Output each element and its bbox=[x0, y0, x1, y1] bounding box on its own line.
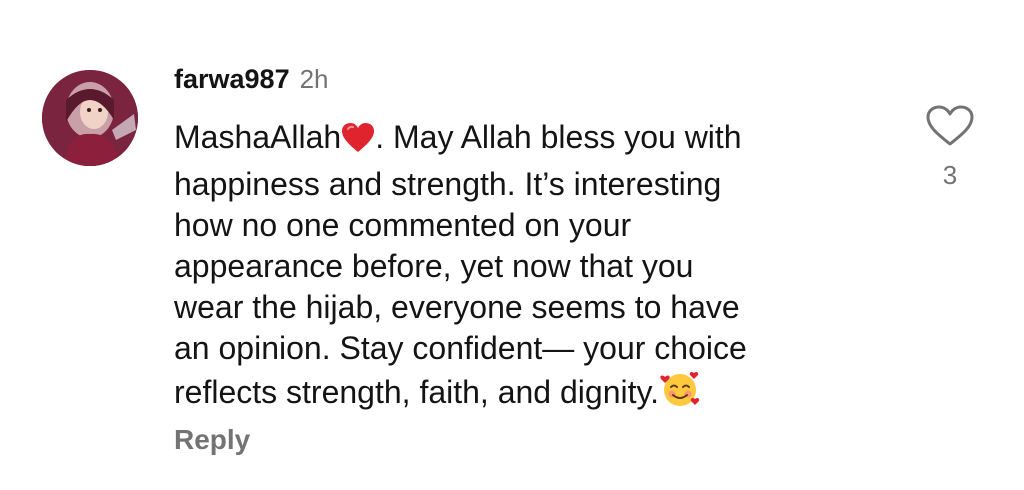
smiling-face-with-hearts-emoji-icon bbox=[659, 369, 701, 419]
comment-line-3: how no one commented on your bbox=[174, 207, 632, 243]
username[interactable]: farwa987 bbox=[174, 64, 290, 95]
comment-line-1: MashaAllah . May Allah bless you with bbox=[174, 117, 874, 164]
timestamp: 2h bbox=[299, 64, 329, 94]
comment-line-7: reflects strength, faith, and dignity. bbox=[174, 369, 874, 419]
avatar[interactable] bbox=[42, 70, 138, 166]
like-column: 3 bbox=[924, 104, 976, 191]
comment-text-segment: . May Allah bless you with bbox=[375, 119, 742, 155]
comment-item: farwa987 2h MashaAllah . May Allah bless … bbox=[0, 0, 1024, 490]
profile-avatar-image bbox=[42, 70, 138, 166]
comment-line-6: an opinion. Stay confident— your choice bbox=[174, 330, 747, 366]
reply-button[interactable]: Reply bbox=[174, 424, 250, 456]
comment-text: MashaAllah . May Allah bless you with hap… bbox=[174, 117, 874, 419]
comment-header: farwa987 2h bbox=[174, 64, 329, 100]
heart-outline-icon bbox=[926, 105, 974, 146]
comment-line-4: appearance before, yet now that you bbox=[174, 248, 694, 284]
like-button[interactable] bbox=[924, 104, 976, 148]
comment-text-segment: reflects strength, faith, and dignity. bbox=[174, 374, 659, 410]
comment-line-5: wear the hijab, everyone seems to have bbox=[174, 289, 740, 325]
like-count: 3 bbox=[942, 160, 958, 190]
comment-text-segment: MashaAllah bbox=[174, 119, 342, 155]
red-heart-emoji-icon bbox=[341, 122, 375, 164]
comment-line-2: happiness and strength. It’s interesting bbox=[174, 166, 722, 202]
